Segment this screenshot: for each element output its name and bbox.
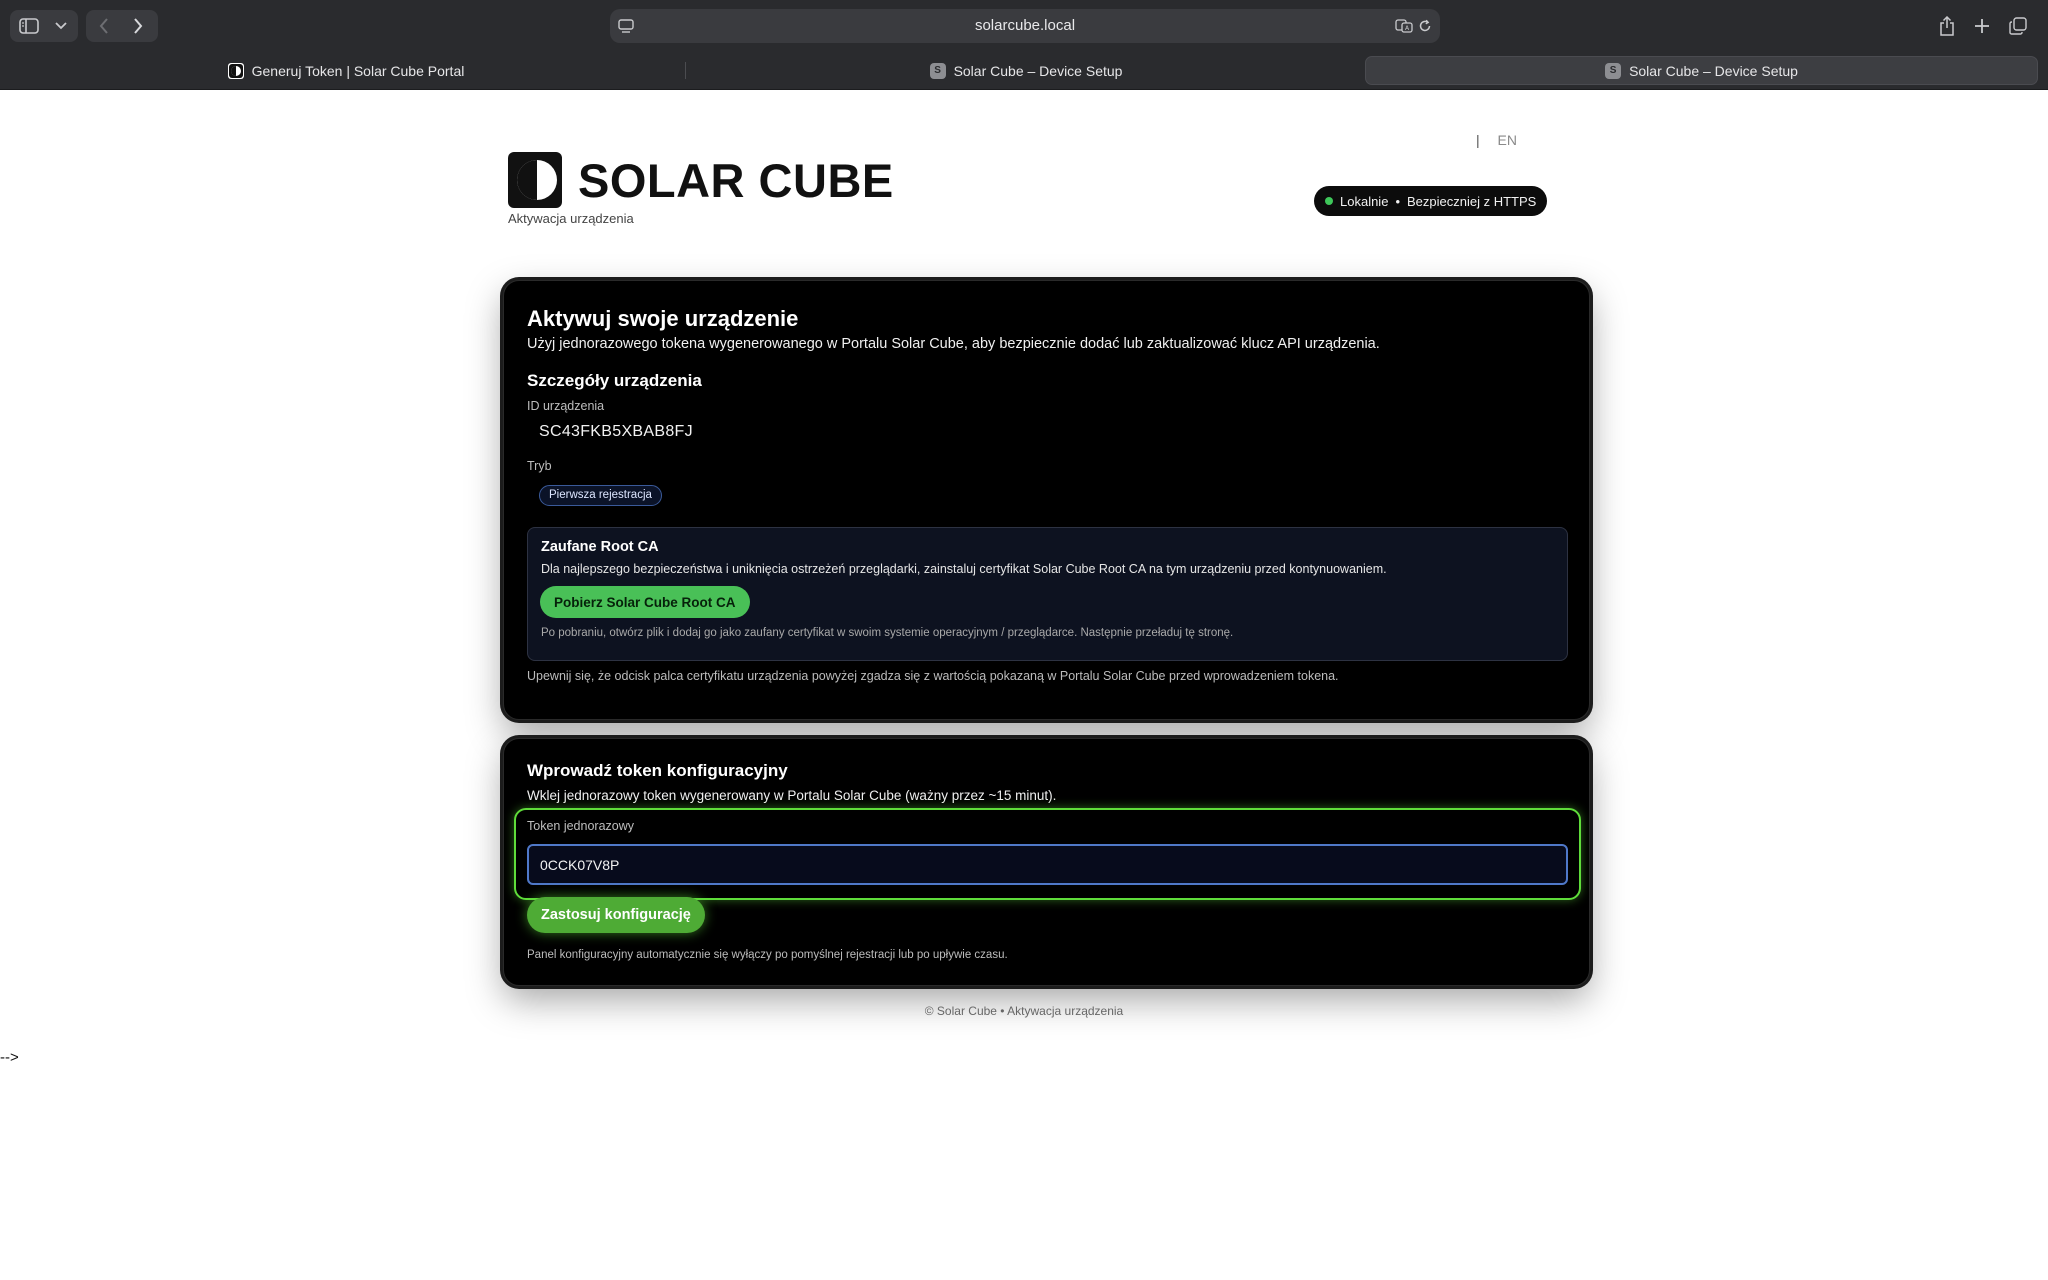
solar-cube-logo-icon bbox=[508, 152, 562, 208]
status-dot-icon bbox=[1325, 197, 1333, 205]
tab-overview-icon[interactable] bbox=[2007, 15, 2029, 37]
device-details-heading: Szczegóły urządzenia bbox=[527, 371, 702, 390]
apply-configuration-button[interactable]: Zastosuj konfigurację bbox=[527, 897, 705, 933]
back-icon[interactable] bbox=[94, 16, 114, 36]
page-title: Aktywuj swoje urządzenie bbox=[527, 306, 799, 331]
tab-device-setup-active[interactable]: S Solar Cube – Device Setup bbox=[1365, 56, 2038, 85]
status-separator: • bbox=[1395, 193, 1400, 209]
root-ca-description: Dla najlepszego bezpieczeństwa i uniknię… bbox=[541, 562, 1387, 576]
token-input[interactable] bbox=[527, 844, 1568, 885]
token-card: Wprowadź token konfiguracyjny Wklej jedn… bbox=[503, 738, 1590, 986]
new-tab-icon[interactable] bbox=[1971, 15, 1993, 37]
device-id-label: ID urządzenia bbox=[527, 399, 605, 413]
page-footer: © Solar Cube • Aktywacja urządzenia bbox=[924, 1004, 1124, 1018]
address-bar[interactable]: solarcube.local A bbox=[610, 9, 1440, 43]
tab-device-setup[interactable]: S Solar Cube – Device Setup bbox=[690, 56, 1362, 85]
page-tagline: Aktywacja urządzenia bbox=[508, 211, 634, 226]
tab-generate-token[interactable]: Generuj Token | Solar Cube Portal bbox=[10, 56, 682, 85]
status-local: Lokalnie bbox=[1340, 193, 1389, 209]
tab-label: Solar Cube – Device Setup bbox=[1629, 62, 1798, 79]
token-description: Wklej jednorazowy token wygenerowany w P… bbox=[527, 788, 1057, 803]
mode-label: Tryb bbox=[527, 459, 552, 473]
root-ca-heading: Zaufane Root CA bbox=[541, 539, 659, 555]
activate-device-card: Aktywuj swoje urządzenie Użyj jednorazow… bbox=[503, 280, 1590, 720]
mode-badge: Pierwsza rejestracja bbox=[539, 485, 662, 506]
stray-comment-text: --> bbox=[0, 1049, 19, 1066]
tab-label: Generuj Token | Solar Cube Portal bbox=[251, 62, 465, 79]
translate-icon[interactable]: A bbox=[1394, 17, 1414, 35]
connection-status-badge: Lokalnie • Bezpieczniej z HTTPS bbox=[1314, 186, 1548, 216]
tab-divider bbox=[685, 62, 686, 79]
reload-icon[interactable] bbox=[1416, 17, 1434, 35]
root-ca-panel: Zaufane Root CA Dla najlepszego bezpiecz… bbox=[527, 527, 1568, 661]
token-heading: Wprowadź token konfiguracyjny bbox=[527, 761, 788, 780]
letter-s-favicon-icon: S bbox=[929, 62, 946, 79]
sidebar-icon[interactable] bbox=[19, 17, 39, 35]
forward-icon[interactable] bbox=[128, 16, 148, 36]
url-text[interactable]: solarcube.local bbox=[610, 9, 1440, 43]
language-switcher: | EN bbox=[1476, 132, 1517, 148]
brand-name: SOLAR CUBE bbox=[578, 153, 894, 207]
share-icon[interactable] bbox=[1936, 14, 1958, 38]
token-field-label: Token jednorazowy bbox=[527, 819, 635, 833]
sidebar-toggle-group[interactable] bbox=[10, 10, 78, 42]
brand-logo: SOLAR CUBE bbox=[508, 152, 894, 208]
status-https: Bezpieczniej z HTTPS bbox=[1407, 193, 1537, 209]
fingerprint-note: Upewnij się, że odcisk palca certyfikatu… bbox=[527, 669, 1339, 683]
browser-toolbar: solarcube.local A bbox=[0, 0, 2048, 52]
letter-s-favicon-icon: S bbox=[1605, 62, 1622, 79]
root-ca-instructions: Po pobraniu, otwórz plik i dodaj go jako… bbox=[541, 627, 1234, 639]
chevron-down-icon[interactable] bbox=[54, 19, 68, 33]
language-en-link[interactable]: EN bbox=[1498, 132, 1517, 148]
language-separator: | bbox=[1476, 132, 1480, 148]
auto-disable-note: Panel konfiguracyjny automatycznie się w… bbox=[527, 949, 1008, 961]
device-id-value: SC43FKB5XBAB8FJ bbox=[539, 423, 693, 440]
solar-cube-logo-icon bbox=[227, 62, 244, 79]
navigation-group bbox=[86, 10, 158, 42]
download-root-ca-button[interactable]: Pobierz Solar Cube Root CA bbox=[540, 586, 750, 618]
activate-description: Użyj jednorazowego tokena wygenerowanego… bbox=[527, 336, 1380, 352]
tab-label: Solar Cube – Device Setup bbox=[953, 62, 1123, 79]
